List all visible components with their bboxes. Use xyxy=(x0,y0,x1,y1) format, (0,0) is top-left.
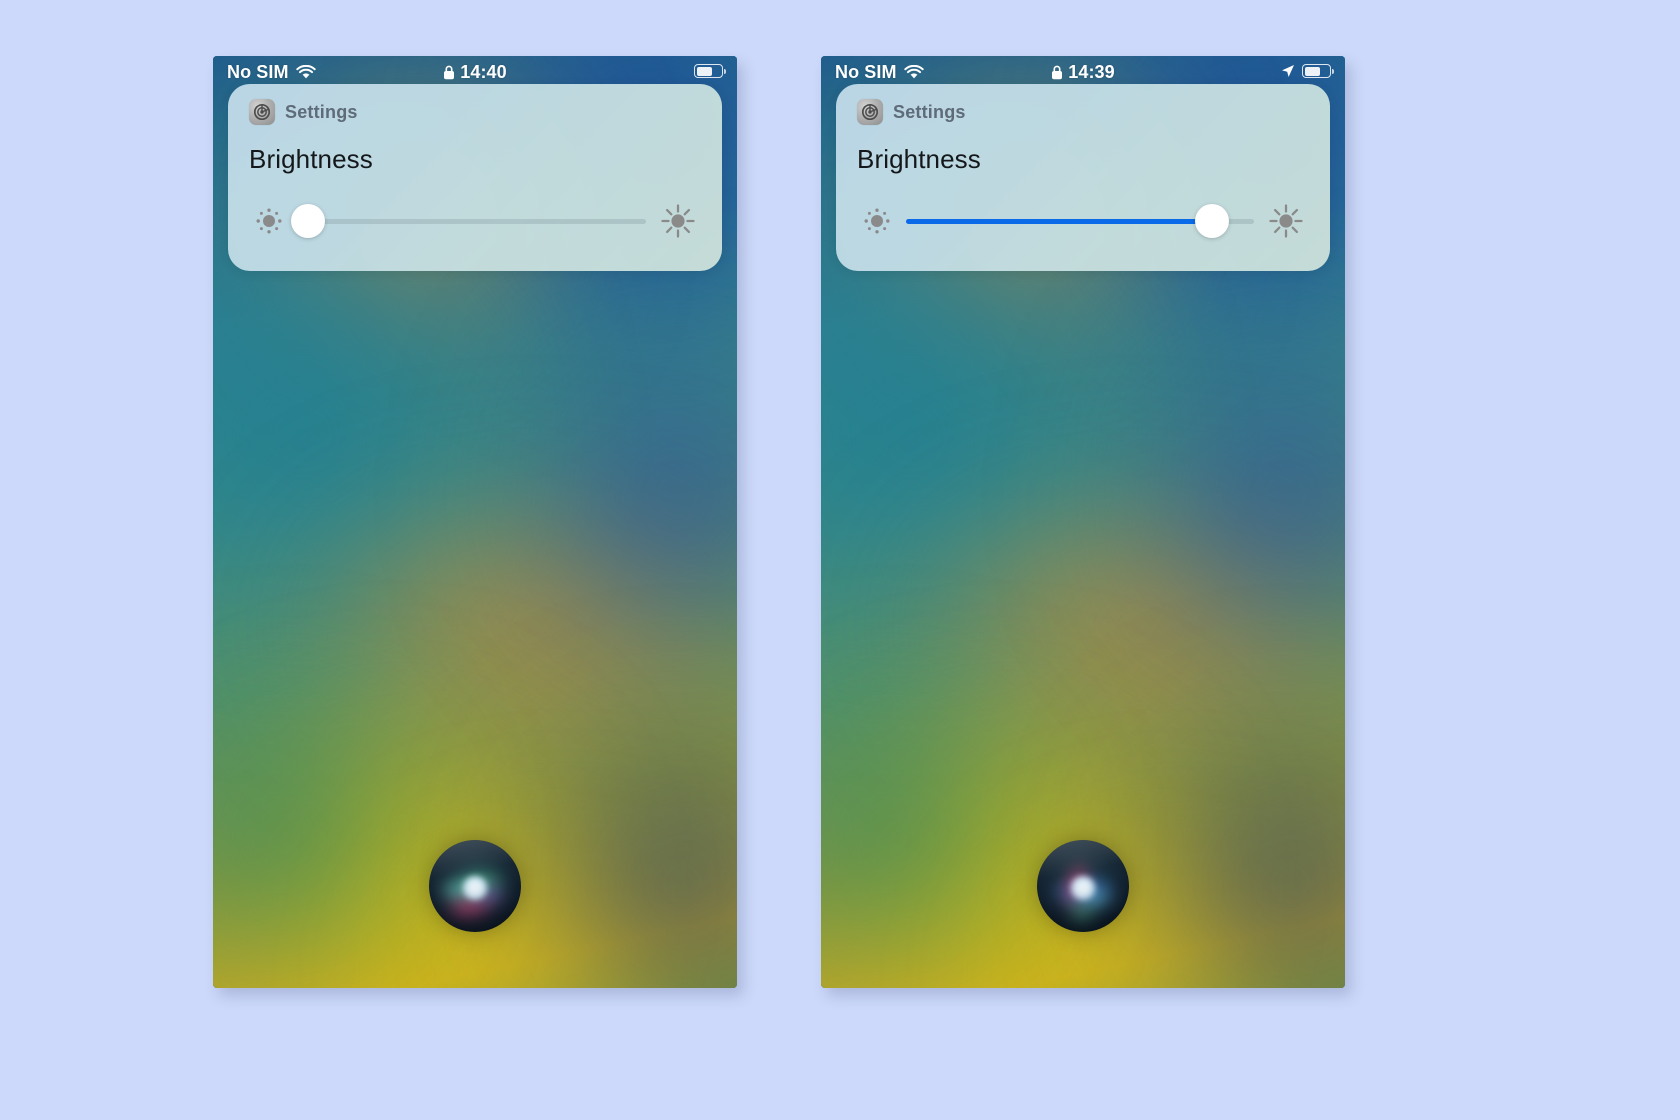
siri-orb-icon[interactable] xyxy=(1037,840,1129,932)
slider-knob[interactable] xyxy=(291,204,326,238)
banner-header-right: Settings xyxy=(836,84,1330,125)
banner-title-brightness: Brightness xyxy=(857,144,981,174)
banner-app-name: Settings xyxy=(285,102,358,122)
slider-track-background xyxy=(298,218,646,224)
phone-screen-right: No SIM 14:39 Settings Brightness xyxy=(821,56,1345,988)
slider-knob[interactable] xyxy=(1195,204,1230,238)
brightness-low-icon xyxy=(858,202,896,240)
brightness-slider-row-left xyxy=(228,175,722,243)
brightness-high-icon xyxy=(656,199,700,243)
screenshot-stage: No SIM 14:40 Settings Brightness No SIM … xyxy=(0,0,1680,1120)
slider-track-fill xyxy=(906,218,1213,224)
banner-header-left: Settings xyxy=(228,84,722,125)
phone-screen-left: No SIM 14:40 Settings Brightness xyxy=(213,56,737,988)
siri-orb-icon[interactable] xyxy=(429,840,521,932)
settings-gear-icon xyxy=(249,99,275,125)
settings-notification-banner-left[interactable]: Settings Brightness xyxy=(228,84,722,271)
settings-notification-banner-right[interactable]: Settings Brightness xyxy=(836,84,1330,271)
brightness-slider-row-right xyxy=(836,175,1330,243)
settings-gear-icon xyxy=(857,99,883,125)
brightness-low-icon xyxy=(250,202,288,240)
siri-gloss-overlay xyxy=(429,840,521,932)
brightness-slider-track-left[interactable] xyxy=(291,204,646,238)
brightness-slider-track-right[interactable] xyxy=(906,204,1254,238)
banner-title-brightness: Brightness xyxy=(249,144,373,174)
siri-gloss-overlay xyxy=(1037,840,1129,932)
banner-app-name: Settings xyxy=(893,102,966,122)
brightness-high-icon xyxy=(1264,199,1308,243)
